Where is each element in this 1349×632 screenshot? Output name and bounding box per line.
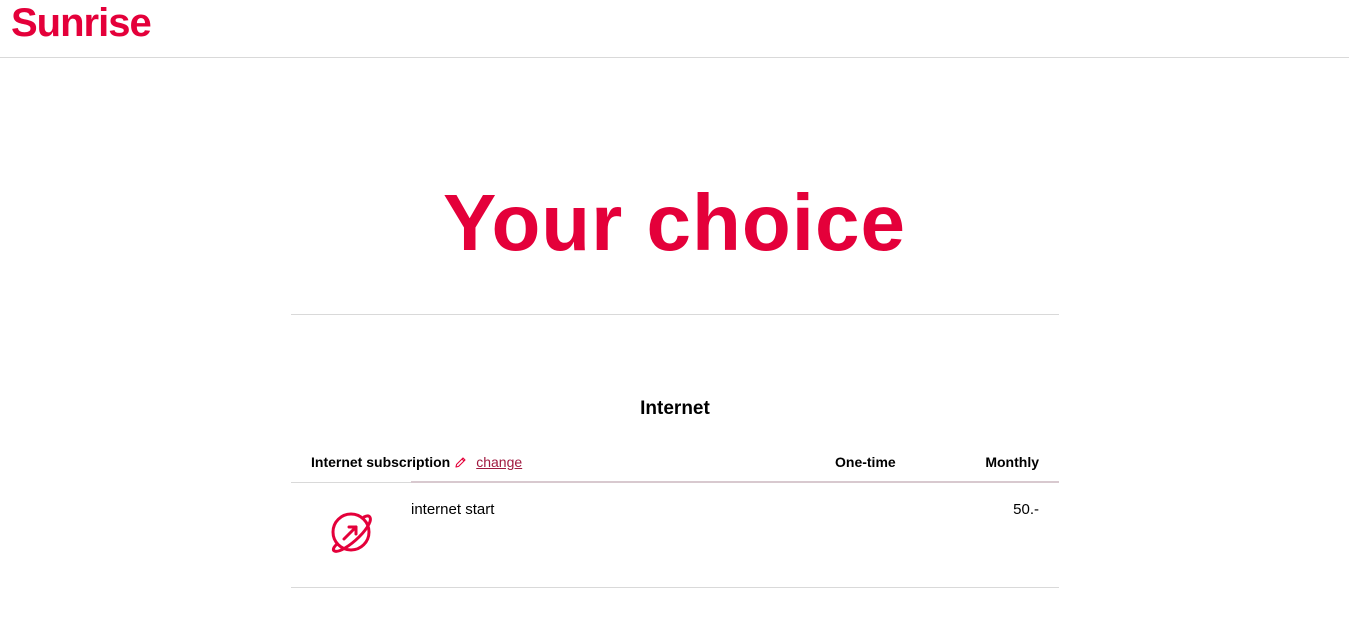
onetime-column-header: One-time [835,454,896,470]
sunrise-logo[interactable]: Sunrise [11,0,152,46]
monthly-column-header: Monthly [985,454,1039,470]
section-title: Internet [640,398,710,419]
title-divider [291,314,1059,315]
subscription-name: internet start [411,501,495,518]
change-link[interactable]: change [476,454,522,470]
internet-globe-icon [331,512,372,553]
monthly-price: 50.- [1013,501,1039,518]
pencil-icon[interactable] [454,456,467,469]
table-header: Internet subscription change One-time Mo… [291,450,1059,483]
table-row: internet start 50.- [291,483,1059,588]
subscription-column-header: Internet subscription change [311,450,522,474]
subscription-header-label: Internet subscription [311,454,451,470]
site-header: Sunrise [0,0,1349,58]
page-title: Your choice [443,178,906,267]
